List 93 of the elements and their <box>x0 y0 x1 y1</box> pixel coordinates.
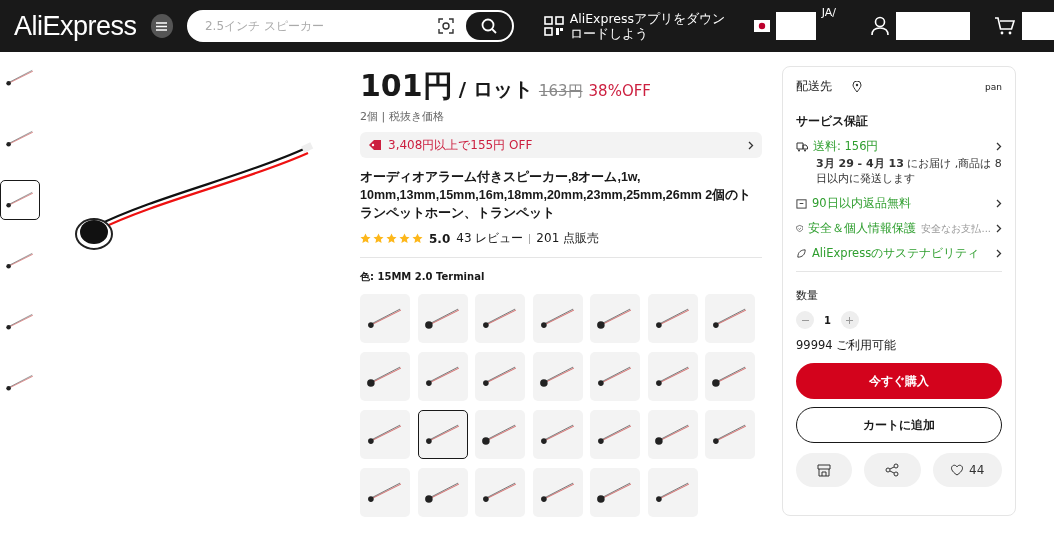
star-icon <box>412 233 423 244</box>
redacted-block <box>1022 12 1054 40</box>
app-download-link[interactable]: AliExpressアプリをダウンロードしよう <box>569 11 730 41</box>
variant-swatch[interactable] <box>590 468 640 517</box>
variant-swatch[interactable] <box>360 294 410 343</box>
variant-swatch[interactable] <box>417 352 468 401</box>
price-note: 2個 | 税抜き価格 <box>360 109 445 124</box>
variant-swatch[interactable] <box>647 352 698 401</box>
leaf-icon <box>796 248 807 259</box>
truck-icon <box>796 141 808 152</box>
ship-country[interactable]: pan <box>985 81 1002 92</box>
variant-swatch[interactable] <box>647 410 698 459</box>
shipping-link[interactable]: 送料: 156円 <box>796 139 1002 154</box>
gallery-thumbnail[interactable] <box>0 180 40 220</box>
increase-button[interactable] <box>840 311 859 329</box>
heart-icon <box>950 464 965 476</box>
review-count[interactable]: 43 レビュー <box>456 230 524 247</box>
chevron-right-icon <box>748 140 754 150</box>
chevron-right-icon <box>996 249 1002 258</box>
chevron-right-icon <box>996 142 1002 151</box>
chevron-right-icon <box>996 199 1002 208</box>
star-icon <box>373 233 384 244</box>
guarantee-link[interactable]: 90日以内返品無料 <box>796 196 1002 211</box>
star-icon <box>386 233 397 244</box>
variant-swatch[interactable] <box>590 410 640 459</box>
guarantee-link[interactable]: 安全＆個人情報保護 安全なお支払... <box>796 221 1002 236</box>
variant-swatch[interactable] <box>417 294 468 343</box>
quantity-label: 数量 <box>796 288 819 303</box>
variant-swatch[interactable] <box>532 468 583 517</box>
camera-search-icon[interactable] <box>437 18 454 34</box>
original-price: 163円 <box>538 82 583 101</box>
rating-value: 5.0 <box>429 231 451 246</box>
variant-swatch[interactable] <box>475 294 525 343</box>
variant-swatch[interactable] <box>417 468 468 517</box>
decrease-button[interactable] <box>796 311 814 329</box>
share-button[interactable] <box>864 453 921 487</box>
variant-swatch[interactable] <box>532 352 583 401</box>
variant-swatch[interactable] <box>705 352 755 401</box>
variant-swatch[interactable] <box>532 410 583 459</box>
variant-swatch[interactable] <box>417 410 468 459</box>
variant-swatch[interactable] <box>475 352 525 401</box>
menu-icon <box>156 21 168 31</box>
tag-icon <box>368 139 382 151</box>
delivery-info: 3月 29 - 4月 13 にお届け ,商品は 8 日以内に発送します <box>816 156 1002 186</box>
variant-swatch[interactable] <box>532 294 583 343</box>
chevron-right-icon <box>996 224 1002 233</box>
star-icon <box>399 233 410 244</box>
location-pin-icon <box>852 80 862 93</box>
coupon-banner[interactable]: 3,408円以上で155円 OFF <box>360 132 762 158</box>
availability-text: 99994 ご利用可能 <box>796 338 898 353</box>
variant-swatch[interactable] <box>647 294 698 343</box>
variant-swatch[interactable] <box>647 468 698 517</box>
store-icon <box>817 463 832 477</box>
color-label: 色: 15MM 2.0 Terminal <box>360 270 486 284</box>
product-title: オーディオアラーム付きスピーカー,8オーム,1w, 10mm,13mm,15mm,16m,18mm,20mm,23mm,25mm,26mm 2個のトランペットホーン、トランペット <box>360 169 753 222</box>
shield-icon <box>796 223 804 234</box>
cart-icon[interactable] <box>994 16 1016 36</box>
quantity-value[interactable]: 1 <box>824 314 831 326</box>
variant-swatch[interactable] <box>360 468 410 517</box>
logo[interactable]: AliExpress <box>14 10 137 42</box>
star-icon <box>360 233 371 244</box>
variant-swatch[interactable] <box>705 410 755 459</box>
return-box-icon <box>796 198 807 209</box>
buy-now-button[interactable]: 今すぐ購入 <box>796 363 1002 399</box>
discount-label: 38%OFF <box>588 82 651 100</box>
flag-icon <box>753 20 770 32</box>
qr-code-icon[interactable] <box>543 16 564 36</box>
guarantee-link[interactable]: AliExpressのサステナビリティ <box>796 246 1002 261</box>
search-button[interactable] <box>465 12 512 40</box>
variant-swatch[interactable] <box>475 410 525 459</box>
language-label[interactable]: JA/ <box>821 6 836 19</box>
price: 101円 <box>360 67 453 105</box>
variant-swatch[interactable] <box>360 352 410 401</box>
price-unit: / ロット <box>458 76 533 103</box>
store-button[interactable] <box>796 453 853 487</box>
service-title: サービス保証 <box>796 114 869 129</box>
variant-swatch[interactable] <box>705 294 755 343</box>
menu-button[interactable] <box>150 14 173 38</box>
variant-swatch[interactable] <box>590 294 640 343</box>
search-field[interactable]: 2.5インチ スピーカー <box>188 18 438 34</box>
variant-swatch[interactable] <box>360 410 410 459</box>
plus-icon <box>846 316 854 324</box>
variant-swatch[interactable] <box>590 352 640 401</box>
search-icon <box>480 18 497 34</box>
account-icon[interactable] <box>870 16 890 36</box>
sold-count: 201 点販売 <box>536 230 600 247</box>
ship-to-label: 配送先 <box>796 79 832 94</box>
add-to-cart-button[interactable]: カートに追加 <box>796 407 1002 443</box>
variant-swatch[interactable] <box>475 468 525 517</box>
share-icon <box>885 463 900 477</box>
wishlist-button[interactable]: 44 <box>932 453 1002 487</box>
search-bar[interactable]: 2.5インチ スピーカー <box>186 10 514 42</box>
redacted-block <box>775 12 816 40</box>
